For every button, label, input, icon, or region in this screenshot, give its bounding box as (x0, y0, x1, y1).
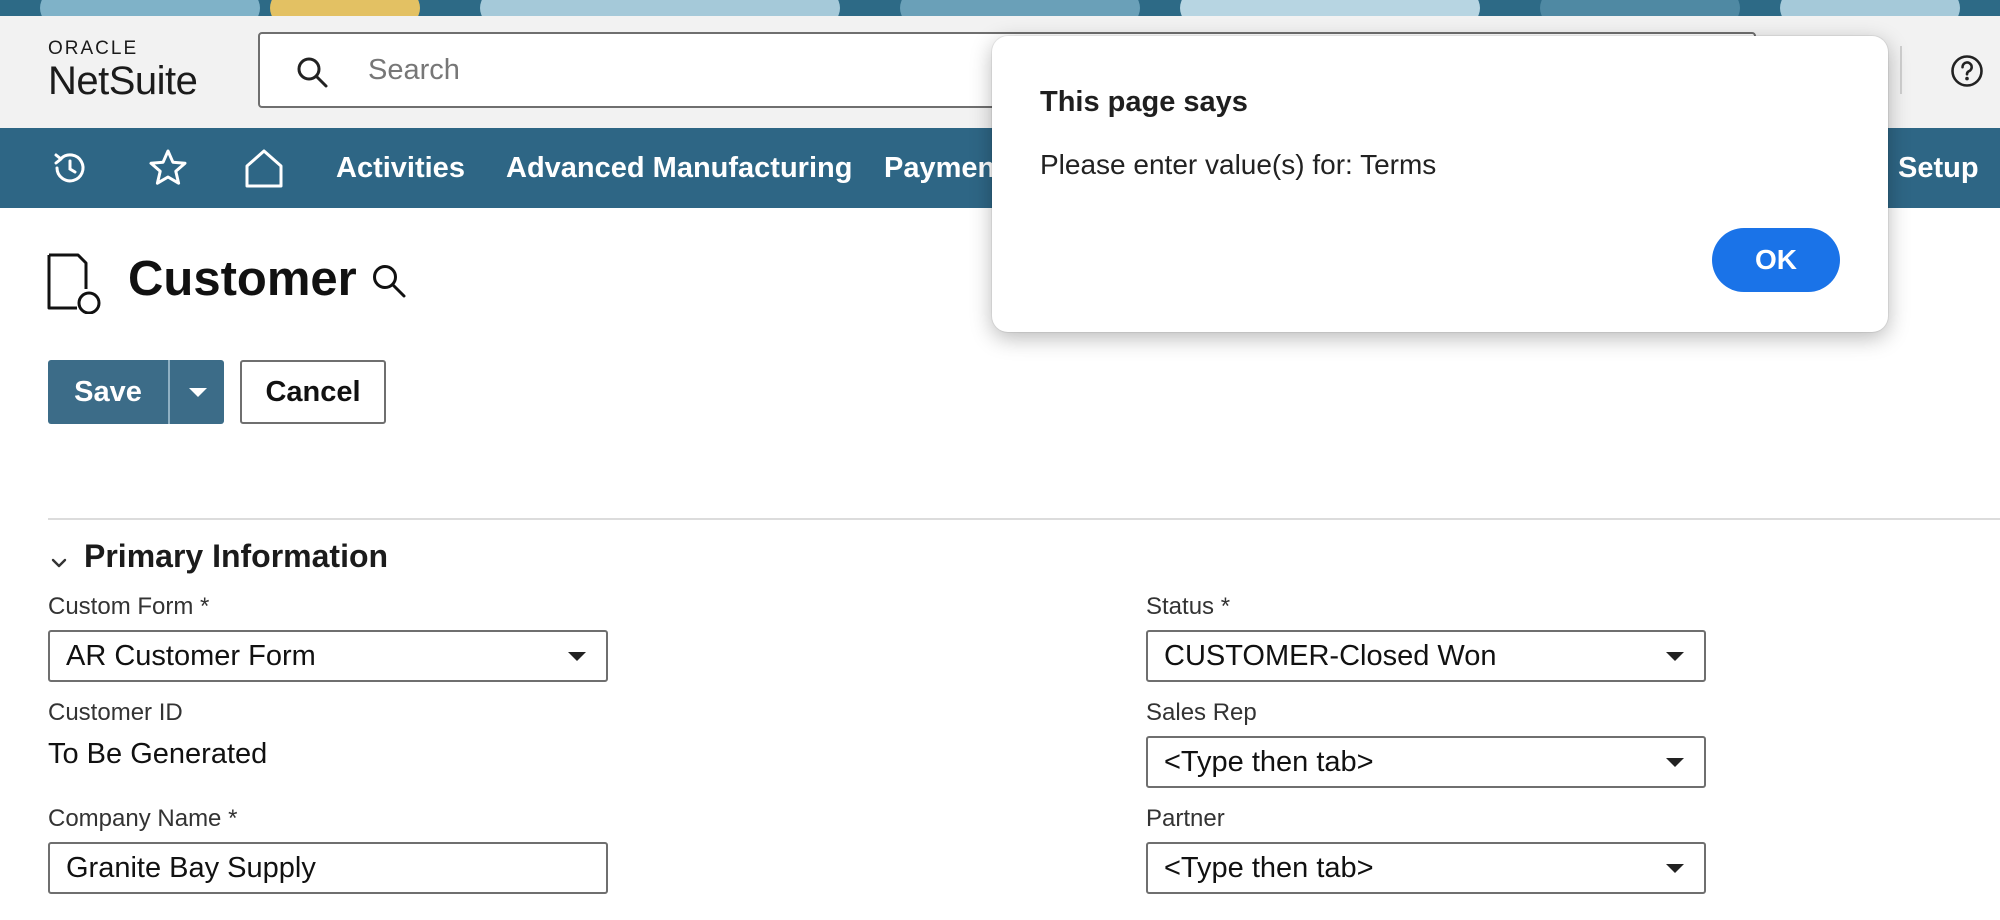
status-label: Status * (1146, 593, 1231, 620)
company-name-input[interactable] (48, 842, 608, 894)
status-value: CUSTOMER-Closed Won (1164, 640, 1497, 672)
section-title-primary-information[interactable]: Primary Information (84, 536, 388, 576)
partner-value: <Type then tab> (1164, 852, 1374, 884)
search-icon (297, 57, 328, 88)
save-button[interactable]: Save (48, 360, 168, 424)
page-search-icon[interactable] (370, 262, 408, 300)
nav-advanced-manufacturing[interactable]: Advanced Manufacturing (506, 128, 852, 208)
logo-netsuite-text: NetSuite (48, 59, 198, 103)
nav-setup[interactable]: Setup (1898, 128, 1979, 208)
custom-form-label: Custom Form * (48, 593, 210, 620)
dropdown-arrow-icon (1666, 652, 1684, 661)
sales-rep-value: <Type then tab> (1164, 746, 1374, 778)
search-input[interactable] (368, 34, 1068, 106)
customer-id-label: Customer ID (48, 699, 183, 726)
nav-activities[interactable]: Activities (336, 128, 465, 208)
logo-oracle-text: ORACLE (48, 38, 139, 59)
chevron-down-icon[interactable] (50, 556, 68, 570)
save-button-group: Save (48, 360, 224, 424)
custom-form-select[interactable]: AR Customer Form (48, 630, 608, 682)
header-divider (1900, 46, 1902, 94)
sales-rep-select[interactable]: <Type then tab> (1146, 736, 1706, 788)
company-name-label: Company Name * (48, 805, 238, 832)
dropdown-arrow-icon (1666, 864, 1684, 873)
dropdown-arrow-icon (568, 652, 586, 661)
save-options-button[interactable] (168, 360, 224, 424)
sales-rep-label: Sales Rep (1146, 699, 1257, 726)
page-title: Customer (128, 252, 357, 306)
alert-dialog: This page says Please enter value(s) for… (992, 36, 1888, 332)
custom-form-value: AR Customer Form (66, 640, 316, 672)
ok-button[interactable]: OK (1712, 228, 1840, 292)
record-page-icon (47, 253, 101, 314)
partner-select[interactable]: <Type then tab> (1146, 842, 1706, 894)
customer-id-value: To Be Generated (48, 738, 268, 770)
recent-records-icon[interactable] (48, 146, 92, 190)
header-banner (0, 0, 2000, 16)
status-select[interactable]: CUSTOMER-Closed Won (1146, 630, 1706, 682)
section-divider (48, 518, 2000, 520)
netsuite-logo[interactable]: ORACLE NetSuite (48, 38, 198, 103)
dropdown-arrow-icon (1666, 758, 1684, 767)
dialog-message: Please enter value(s) for: Terms (1040, 149, 1437, 180)
help-icon[interactable] (1950, 54, 1984, 88)
cancel-button[interactable]: Cancel (240, 360, 386, 424)
partner-label: Partner (1146, 805, 1225, 832)
caret-down-icon (189, 388, 207, 397)
dialog-title: This page says (1040, 86, 1248, 118)
star-icon[interactable] (146, 146, 190, 190)
home-icon[interactable] (242, 146, 286, 190)
